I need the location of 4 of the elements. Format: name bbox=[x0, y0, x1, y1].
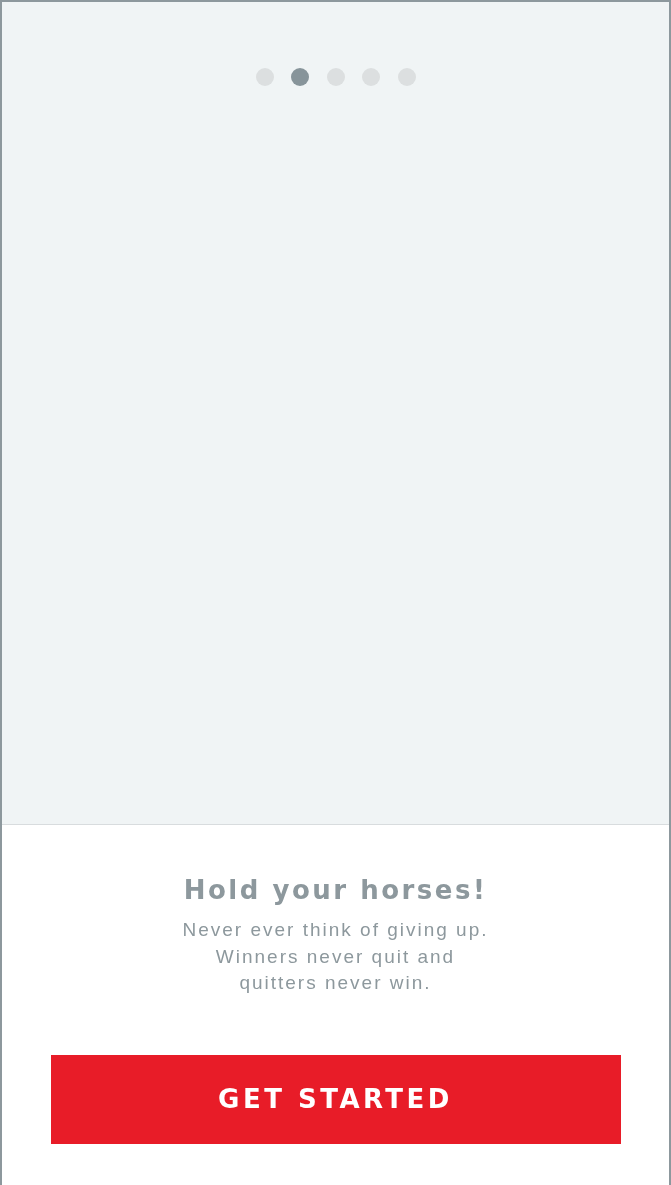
title: Hold your horses! bbox=[183, 874, 488, 907]
page-dot[interactable] bbox=[291, 68, 309, 86]
message: Never ever think of giving up. Winners never quit and quitters never win. bbox=[182, 918, 489, 995]
get-started-button[interactable]: GET STARTED bbox=[50, 1054, 621, 1144]
